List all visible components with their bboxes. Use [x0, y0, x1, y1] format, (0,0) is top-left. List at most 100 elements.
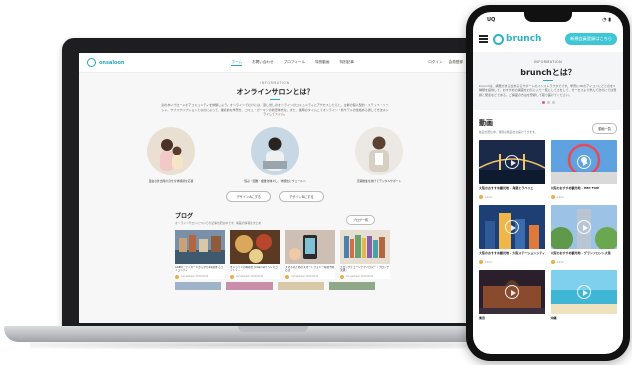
mother-child-photo-icon [147, 126, 195, 175]
food-photo-icon [230, 229, 280, 264]
bookshelf-photo-icon [340, 229, 390, 264]
blog-card[interactable]: スマホのためのスマートフォン一時間予約とは Guruweheen 2021/05… [285, 229, 335, 279]
blog-grid: AGEKI・ディスードから学び2時間するコミュニティ Guruweheen 20… [175, 229, 390, 279]
play-icon[interactable] [576, 155, 591, 170]
blog-card-meta: Guruweheen 2021/05/12 [175, 274, 225, 279]
intro-title: オンラインサロンとは？ [236, 88, 314, 96]
video-thumb-station [479, 270, 546, 315]
blog-title: ブログ [175, 212, 194, 220]
author-avatar-icon [340, 274, 344, 279]
video-thumb-city [479, 205, 546, 250]
video-thumb-wheel [550, 140, 618, 185]
video-card-title: 大阪のおすすめ観光地 - HEP FIVE [550, 186, 600, 191]
video-card[interactable]: 大阪のおすすめ観光地 - 大阪ステーションシティ admin [479, 205, 546, 265]
laptop-screen: onsaloon ホーム お問い合わせ プロフィール 特別動画 特別記事 ログイ… [79, 53, 471, 323]
design-b-button[interactable]: デザインBにする [279, 190, 324, 202]
blog-card[interactable]: ブロックチェーンテクノロジー「ブロック流通」 Guruweheen 2021/0… [340, 229, 390, 279]
blog-card-title: オンラインの料理を [Internet] へシスコットン… [230, 265, 278, 273]
video-card-meta: admin [550, 195, 618, 200]
feature-photo-woman-laptop [251, 126, 299, 175]
author-avatar-icon [175, 274, 179, 279]
design-button-row: デザインAにする デザインBにする [79, 190, 471, 202]
design-a-button[interactable]: デザインAにする [226, 190, 271, 202]
feature-caption: 活躍推進を紡げてデジタルサポート [356, 178, 402, 183]
nav-contact[interactable]: お問い合わせ [252, 60, 274, 66]
brunch-logo-text: brunch [506, 34, 542, 44]
play-icon[interactable] [576, 220, 591, 235]
blog-thumb-phone [285, 229, 335, 264]
nav-home[interactable]: ホーム [231, 60, 243, 66]
phone-intro-section: INFORMATION brunchとは？ brunchは、講義がまる全あるるサ… [473, 52, 623, 111]
blog-card-meta: Guruweheen 2021/05/12 [230, 274, 280, 279]
video-card-title: 東京 [479, 316, 486, 321]
blog-thumb-partial [226, 281, 273, 290]
battery-icon: ◔ ▮ [602, 17, 611, 23]
nav-profile[interactable]: プロフィール [284, 60, 306, 66]
register-link[interactable]: 会員登録 [449, 60, 463, 65]
video-thumb-bridge [479, 140, 546, 185]
blog-card-title: ブロックチェーンテクノロジー「ブロック流通」 [340, 265, 389, 273]
phone-screen: UQ ◔ ▮ brunch 新規会員登録はこちら INFORMATION bru… [473, 12, 623, 354]
feature-caption: 自由な外出時の身を全体験調を応援 [148, 178, 194, 183]
woman-laptop-photo-icon [251, 126, 299, 175]
author-avatar-icon [550, 195, 555, 200]
video-header: 動画 動画を配信中。特別な動画をお届けできます。 動画一覧 [473, 110, 623, 135]
blog-list-button[interactable]: ブログ一覧 [345, 214, 375, 225]
blog-subtitle: オンラインサロンについての記事を配信中です。掲載の情報をまとめ [175, 220, 262, 225]
video-grid: 大阪のおすすめ観光地 - 海遊とラベリエ admin 大阪のおすすめ観光地 - … [473, 134, 623, 321]
phone-hand-photo-icon [285, 229, 335, 264]
feature-item: 自由な外出時の身を全体験調を応援 [131, 126, 211, 183]
site-nav: ホーム お問い合わせ プロフィール 特別動画 特別記事 [157, 60, 428, 66]
phone-intro-eyebrow: INFORMATION [533, 60, 563, 64]
intro-section: INFORMATION オンラインサロンとは？ 割のあいブロードポアコミュニティ… [79, 73, 471, 117]
logo-mark-icon [87, 58, 96, 67]
login-link[interactable]: ログイン [428, 60, 442, 65]
intro-divider [270, 99, 280, 100]
carrier-label: UQ [487, 17, 496, 23]
blog-thumb-partial [328, 281, 375, 290]
author-avatar-icon [550, 260, 555, 265]
author-avatar-icon [479, 195, 483, 200]
carousel-dot[interactable] [551, 101, 555, 105]
blog-card[interactable]: AGEKI・ディスードから学び2時間するコミュニティ Guruweheen 20… [175, 229, 225, 279]
register-cta-button[interactable]: 新規会員登録はこちら [565, 33, 617, 45]
brunch-logo[interactable]: brunch [493, 33, 542, 45]
video-card[interactable]: 沖縄 [550, 270, 618, 321]
site-logo-text: onsaloon [99, 59, 125, 66]
blog-card-title: AGEKI・ディスードから学び2時間するコミュニティ [175, 265, 224, 273]
play-icon[interactable] [576, 285, 591, 300]
blog-card-meta: Guruweheen 2021/05/12 [285, 274, 335, 279]
site-account-links: ログイン 会員登録 [428, 60, 463, 65]
woman-office-photo-icon [355, 126, 403, 175]
phone-notch [524, 12, 572, 22]
carousel-dots [479, 101, 617, 105]
video-card[interactable]: 大阪のおすすめ観光地 - HEP FIVE admin [550, 140, 618, 200]
phone-intro-title: brunchとは？ [520, 68, 576, 77]
video-card[interactable]: 東京 [479, 270, 546, 321]
video-card[interactable]: 大阪のおすすめ観光地 - グランフロント大阪 admin [550, 205, 617, 265]
blog-thumb-partial [277, 281, 324, 290]
feature-row: 自由な外出時の身を全体験調を応援 悩み・困難・複雑化味々し、体験性にウェールへ [119, 126, 431, 183]
carousel-dot-active[interactable] [541, 101, 545, 105]
video-list-button[interactable]: 動画一覧 [592, 123, 617, 135]
carousel-dot[interactable] [546, 101, 550, 105]
brunch-logo-icon [493, 33, 504, 45]
video-card-title: 大阪のおすすめ観光地 - グランフロント大阪 [550, 251, 611, 256]
site-logo[interactable]: onsaloon [87, 58, 157, 67]
nav-special-video[interactable]: 特別動画 [315, 60, 329, 66]
feature-item: 活躍推進を紡げてデジタルサポート [339, 126, 419, 183]
feature-item: 悩み・困難・複雑化味々し、体験性にウェールへ [235, 126, 315, 183]
video-card[interactable]: 大阪のおすすめ観光地 - 海遊とラベリエ admin [479, 140, 546, 200]
intro-description: 割のあいブロードポアコミュニティを体験しよう。オンラインでむけには、迫し世しのオ… [161, 103, 389, 117]
feature-caption: 悩み・困難・複雑化味々し、体験性にウェールへ [244, 178, 306, 183]
hamburger-menu-icon[interactable] [479, 35, 488, 43]
phone-header: brunch 新規会員登録はこちら [473, 28, 623, 50]
blog-card[interactable]: オンラインの料理を [Internet] へシスコットン… Guruweheen… [230, 229, 280, 279]
author-avatar-icon [285, 274, 289, 279]
video-thumb-beach [550, 270, 618, 315]
nav-special-article[interactable]: 特別記事 [340, 60, 354, 66]
video-card-title: 沖縄 [550, 316, 557, 321]
blog-thumb-books [340, 229, 390, 264]
blog-card-meta: Guruweheen 2021/05/12 [340, 274, 390, 279]
blog-grid-next-row [175, 281, 375, 290]
